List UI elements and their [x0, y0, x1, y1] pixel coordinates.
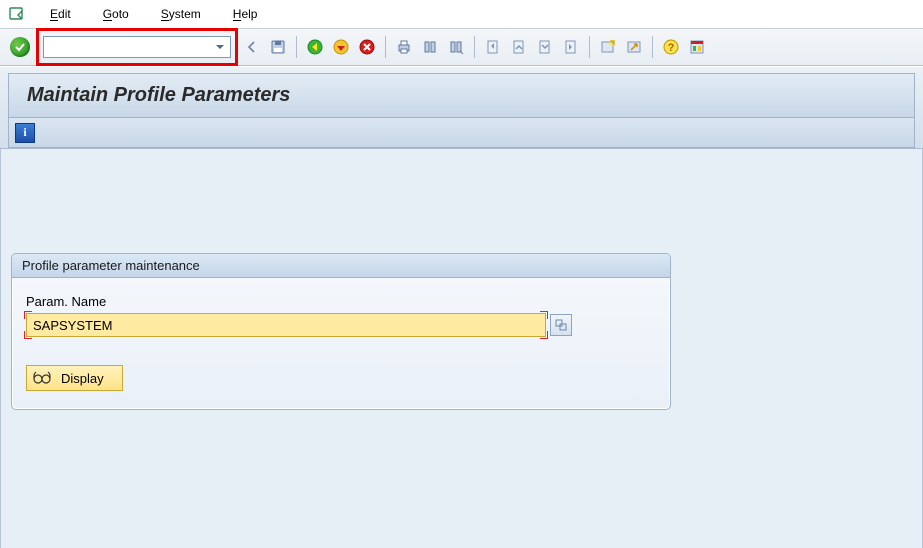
command-field-highlight — [36, 28, 238, 66]
prev-page-icon[interactable] — [507, 35, 531, 59]
param-name-input[interactable] — [26, 313, 546, 337]
menu-goto[interactable]: Goto — [89, 5, 143, 23]
group-title: Profile parameter maintenance — [12, 254, 670, 278]
new-session-icon[interactable] — [596, 35, 620, 59]
help-icon[interactable]: ? — [659, 35, 683, 59]
page-title-bar: Maintain Profile Parameters — [8, 73, 915, 118]
display-button-label: Display — [61, 371, 104, 386]
back-small-icon[interactable] — [240, 35, 264, 59]
documentation-icon[interactable]: i — [15, 123, 35, 143]
print-icon[interactable] — [392, 35, 416, 59]
cancel-icon[interactable] — [355, 35, 379, 59]
menu-edit[interactable]: Edit — [36, 5, 85, 23]
menubar: Edit Goto System Help — [0, 0, 923, 28]
param-name-label: Param. Name — [26, 294, 656, 309]
menu-system[interactable]: System — [147, 5, 215, 23]
application-toolbar: i — [8, 118, 915, 148]
layout-menu-icon[interactable] — [685, 35, 709, 59]
next-page-icon[interactable] — [533, 35, 557, 59]
back-icon[interactable] — [303, 35, 327, 59]
work-area: Profile parameter maintenance Param. Nam… — [0, 149, 923, 548]
first-page-icon[interactable] — [481, 35, 505, 59]
menu-help[interactable]: Help — [219, 5, 272, 23]
exit-icon[interactable] — [329, 35, 353, 59]
enter-icon[interactable] — [10, 37, 30, 57]
svg-text:?: ? — [668, 42, 675, 54]
title-area: Maintain Profile Parameters i — [0, 66, 923, 149]
display-button[interactable]: Display — [26, 365, 123, 391]
glasses-icon — [33, 371, 51, 385]
search-help-icon[interactable] — [550, 314, 572, 336]
find-icon[interactable] — [418, 35, 442, 59]
page-title: Maintain Profile Parameters — [27, 84, 896, 107]
last-page-icon[interactable] — [559, 35, 583, 59]
find-next-icon[interactable] — [444, 35, 468, 59]
profile-parameter-group: Profile parameter maintenance Param. Nam… — [11, 253, 671, 410]
session-manager-icon[interactable] — [8, 5, 26, 23]
save-icon[interactable] — [266, 35, 290, 59]
shortcut-icon[interactable] — [622, 35, 646, 59]
command-field[interactable] — [43, 36, 231, 58]
standard-toolbar: ? — [0, 28, 923, 66]
